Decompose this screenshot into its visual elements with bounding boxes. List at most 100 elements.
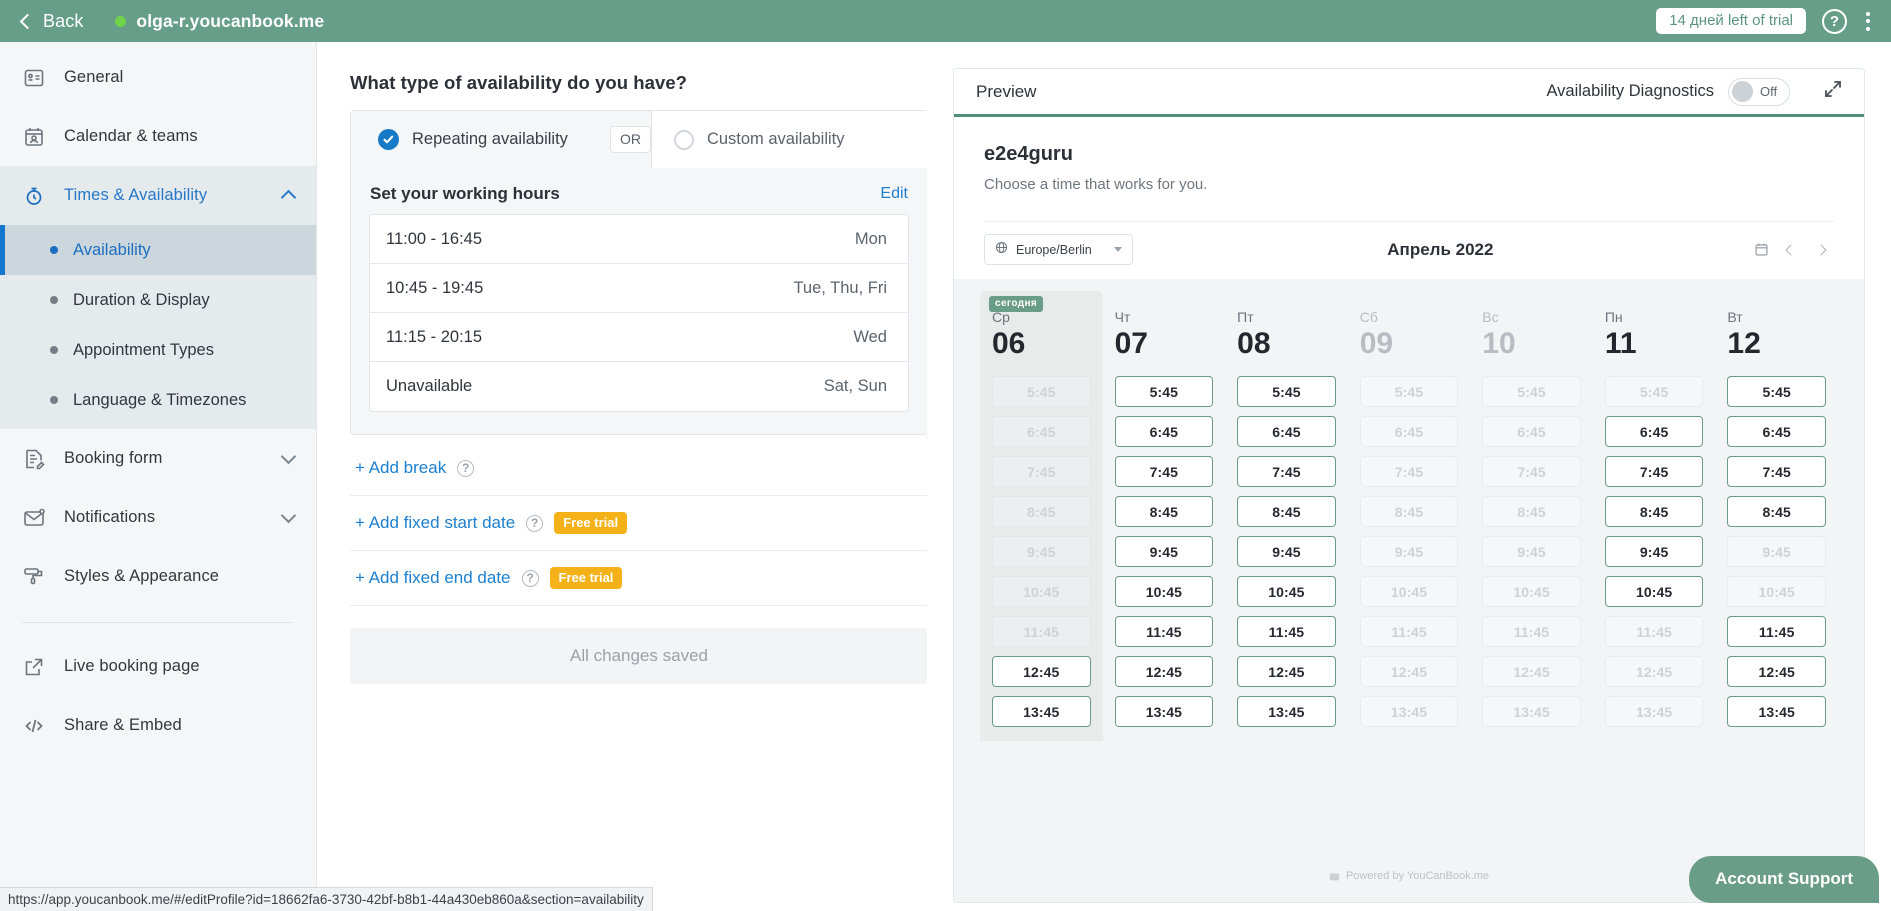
time-slot-available[interactable]: 13:45 — [1727, 696, 1826, 727]
time-slot-unavailable: 12:45 — [1359, 656, 1459, 687]
tab-custom-availability[interactable]: Custom availability — [650, 111, 927, 168]
time-slot-available[interactable]: 7:45 — [1727, 456, 1826, 487]
sidebar-item-availability[interactable]: Availability — [0, 225, 316, 275]
diagnostics-toggle[interactable]: Off — [1728, 77, 1790, 106]
save-status-button[interactable]: All changes saved — [350, 628, 927, 684]
sidebar: General Calendar & teams Times & Availab… — [0, 42, 317, 911]
table-row[interactable]: Unavailable Sat, Sun — [370, 362, 908, 411]
time-slot-available[interactable]: 13:45 — [1114, 696, 1214, 727]
time-slot-unavailable: 10:45 — [992, 576, 1091, 607]
table-row[interactable]: 10:45 - 19:45 Tue, Thu, Fri — [370, 264, 908, 313]
sidebar-item-duration-display[interactable]: Duration & Display — [0, 275, 316, 325]
preview-header: Preview Availability Diagnostics Off — [954, 69, 1864, 117]
prev-month-button[interactable] — [1778, 237, 1804, 263]
free-trial-badge: Free trial — [549, 567, 623, 589]
sidebar-item-language-timezones[interactable]: Language & Timezones — [0, 375, 316, 425]
time-slot-available[interactable]: 8:45 — [1727, 496, 1826, 527]
tab-repeating-availability[interactable]: Repeating availability — [351, 111, 594, 168]
time-slot-available[interactable]: 9:45 — [1604, 536, 1704, 567]
time-slot-available[interactable]: 13:45 — [1237, 696, 1336, 727]
time-slot-unavailable: 9:45 — [1727, 536, 1826, 567]
table-row[interactable]: 11:15 - 20:15 Wed — [370, 313, 908, 362]
time-slot-available[interactable]: 10:45 — [1237, 576, 1336, 607]
help-icon[interactable]: ? — [526, 514, 544, 532]
time-slot-unavailable: 8:45 — [1359, 496, 1459, 527]
time-slot-available[interactable]: 10:45 — [1604, 576, 1704, 607]
time-slot-unavailable: 10:45 — [1482, 576, 1581, 607]
help-icon[interactable]: ? — [521, 569, 539, 587]
time-slot-available[interactable]: 5:45 — [1114, 376, 1214, 407]
time-slot-available[interactable]: 6:45 — [1237, 416, 1336, 447]
sidebar-item-share-embed[interactable]: Share & Embed — [0, 696, 316, 755]
time-slot-available[interactable]: 5:45 — [1727, 376, 1826, 407]
sidebar-item-live-booking-page[interactable]: Live booking page — [0, 637, 316, 696]
time-slot-available[interactable]: 9:45 — [1237, 536, 1336, 567]
paint-roller-icon — [21, 564, 47, 590]
time-slot-available[interactable]: 8:45 — [1604, 496, 1704, 527]
site-name-indicator[interactable]: olga-r.youcanbook.me — [115, 11, 324, 32]
timezone-select[interactable]: Europe/Berlin — [984, 234, 1133, 265]
trial-badge[interactable]: 14 дней left of trial — [1656, 8, 1806, 34]
sidebar-item-notifications[interactable]: Notifications — [0, 488, 316, 547]
time-slot-available[interactable]: 8:45 — [1237, 496, 1336, 527]
add-fixed-end-date-link[interactable]: + Add fixed end date — [355, 568, 511, 588]
day-number-label: 12 — [1727, 327, 1761, 360]
chevron-down-icon — [280, 448, 297, 464]
sidebar-item-booking-form[interactable]: Booking form — [0, 429, 316, 488]
time-slot-available[interactable]: 12:45 — [1237, 656, 1336, 687]
booking-brand-name: e2e4guru — [984, 143, 1073, 165]
table-row[interactable]: 11:00 - 16:45 Mon — [370, 215, 908, 264]
edit-working-hours-link[interactable]: Edit — [880, 185, 908, 203]
time-slot-available[interactable]: 7:45 — [1604, 456, 1704, 487]
time-slot-available[interactable]: 7:45 — [1237, 456, 1336, 487]
expand-icon[interactable] — [1822, 78, 1844, 105]
time-slot-unavailable: 7:45 — [1359, 456, 1459, 487]
next-month-button[interactable] — [1808, 237, 1834, 263]
time-slot-available[interactable]: 6:45 — [1114, 416, 1214, 447]
day-of-week-label: Чт — [1114, 309, 1131, 325]
time-slot-available[interactable]: 8:45 — [1114, 496, 1214, 527]
day-number-label: 08 — [1237, 327, 1271, 360]
time-slot-unavailable: 12:45 — [1604, 656, 1704, 687]
day-of-week-label: Вс — [1482, 309, 1499, 325]
time-slot-available[interactable]: 12:45 — [1727, 656, 1826, 687]
help-icon[interactable]: ? — [1822, 8, 1847, 34]
sidebar-item-appointment-types[interactable]: Appointment Types — [0, 325, 316, 375]
calendar-icon[interactable] — [1748, 237, 1774, 263]
time-slot-available[interactable]: 11:45 — [1114, 616, 1214, 647]
help-icon[interactable]: ? — [457, 459, 475, 477]
time-slot-available[interactable]: 12:45 — [992, 656, 1091, 687]
time-slot-unavailable: 11:45 — [1604, 616, 1704, 647]
time-slot-available[interactable]: 7:45 — [1114, 456, 1214, 487]
time-slot-available[interactable]: 10:45 — [1114, 576, 1214, 607]
add-break-link[interactable]: + Add break — [355, 458, 446, 478]
time-slot-unavailable: 7:45 — [992, 456, 1091, 487]
envelope-icon — [21, 505, 47, 531]
time-slot-unavailable: 11:45 — [1482, 616, 1581, 647]
sidebar-item-label: Booking form — [64, 449, 163, 467]
more-menu-icon[interactable] — [1863, 10, 1873, 33]
app-layout: General Calendar & teams Times & Availab… — [0, 42, 1891, 911]
day-number-label: 07 — [1114, 327, 1148, 360]
bullet-icon — [50, 296, 58, 304]
account-support-button[interactable]: Account Support — [1689, 856, 1879, 903]
time-slot-available[interactable]: 11:45 — [1237, 616, 1336, 647]
add-fixed-start-date-link[interactable]: + Add fixed start date — [355, 513, 515, 533]
time-slot-available[interactable]: 12:45 — [1114, 656, 1214, 687]
sidebar-item-general[interactable]: General — [0, 48, 316, 107]
time-slot-available[interactable]: 6:45 — [1727, 416, 1826, 447]
time-slot-available[interactable]: 11:45 — [1727, 616, 1826, 647]
sidebar-item-times-availability[interactable]: Times & Availability — [0, 166, 316, 225]
calendar-day-column: Сб 09 5:45 6:45 7:45 8:45 9:45 10:45 11:45 12:45 1… — [1348, 291, 1471, 741]
toggle-state-label: Off — [1760, 84, 1778, 99]
hours-time: 11:15 - 20:15 — [386, 327, 483, 346]
sidebar-item-calendar-teams[interactable]: Calendar & teams — [0, 107, 316, 166]
time-slot-available[interactable]: 13:45 — [992, 696, 1091, 727]
sidebar-item-styles-appearance[interactable]: Styles & Appearance — [0, 547, 316, 606]
availability-card: Repeating availability OR Custom availab… — [350, 110, 927, 435]
back-button[interactable]: Back — [19, 11, 83, 32]
time-slot-available[interactable]: 9:45 — [1114, 536, 1214, 567]
time-slot-available[interactable]: 6:45 — [1604, 416, 1704, 447]
calendar-day-column: сегодня Ср 06 5:45 6:45 7:45 8:45 9:45 10:45 11:4… — [980, 291, 1103, 741]
time-slot-available[interactable]: 5:45 — [1237, 376, 1336, 407]
